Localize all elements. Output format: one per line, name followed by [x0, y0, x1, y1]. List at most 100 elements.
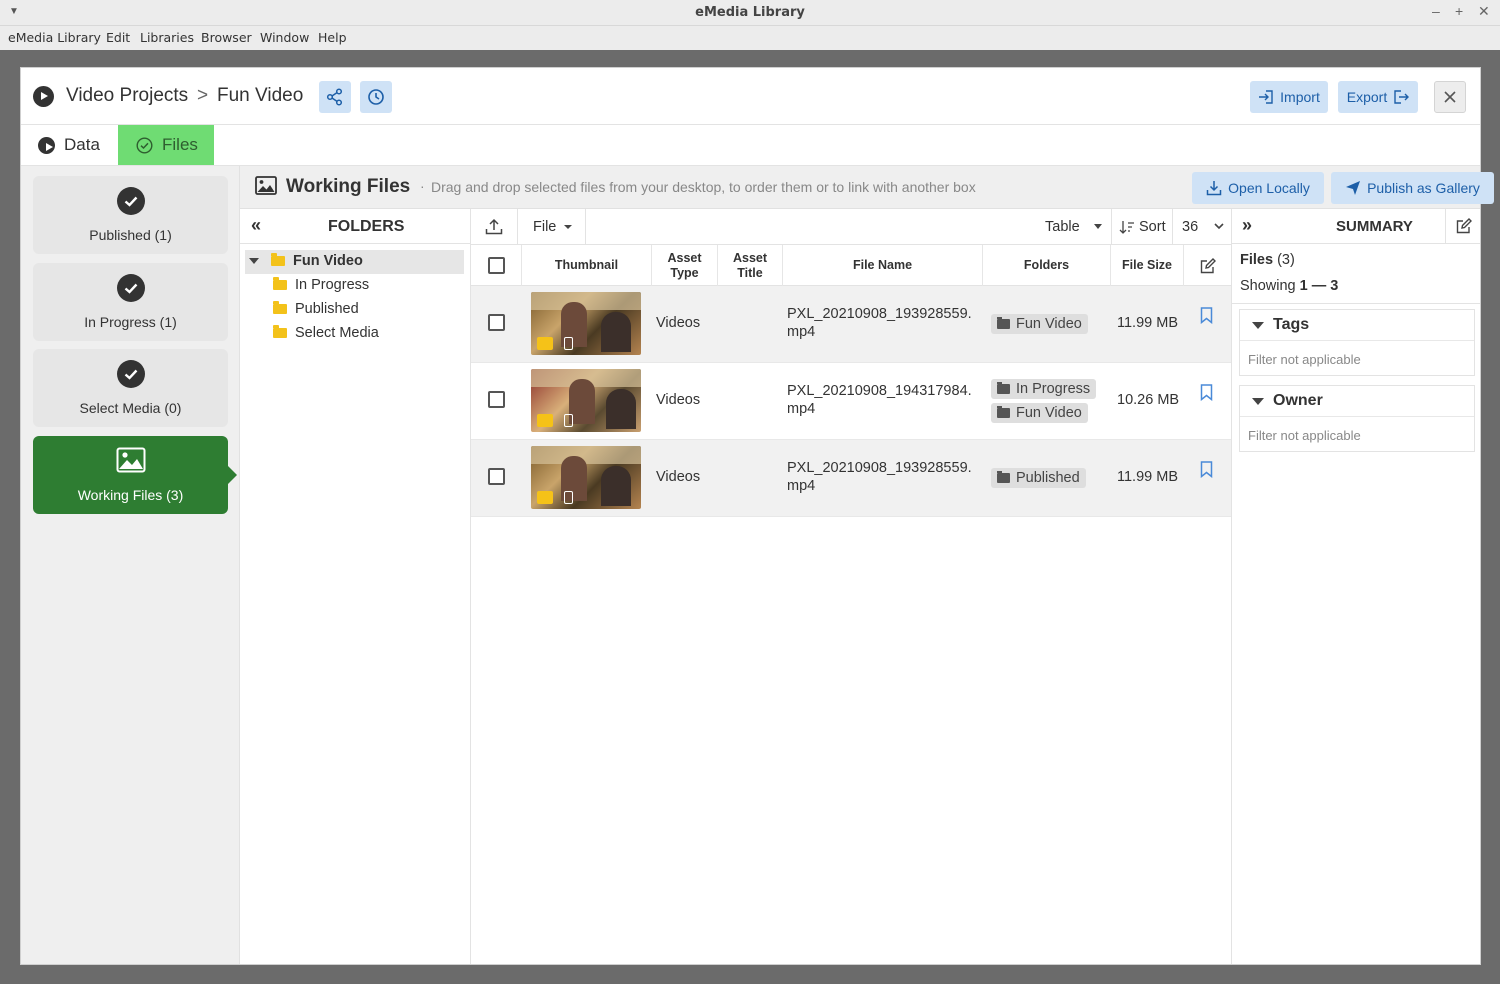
summary-edit-button[interactable]	[1445, 209, 1480, 244]
play-icon	[38, 136, 55, 154]
menu-browser[interactable]: Browser	[201, 30, 252, 45]
menu-emedia-library[interactable]: eMedia Library	[8, 30, 101, 45]
nav-in-progress[interactable]: In Progress (1)	[33, 263, 228, 341]
col-file-name[interactable]: File Name	[783, 245, 983, 286]
folder-chip[interactable]: Fun Video	[991, 314, 1088, 334]
collapse-right-icon[interactable]: »	[1242, 215, 1252, 236]
showing-range: Showing 1 — 3	[1240, 278, 1338, 294]
caret-down-icon	[1252, 397, 1264, 405]
close-dialog-button[interactable]	[1434, 81, 1466, 113]
share-button[interactable]	[319, 81, 351, 113]
row-checkbox[interactable]	[488, 391, 505, 408]
folder-chip[interactable]: Published	[991, 468, 1086, 488]
select-all-checkbox[interactable]	[487, 257, 505, 274]
file-menu-button[interactable]: File	[518, 209, 586, 244]
table-row[interactable]: Videos PXL_20210908_193928559. mp4 Fun V…	[471, 286, 1231, 363]
nav-working-files-label: Working Files (3)	[77, 487, 184, 503]
bookmark-icon[interactable]	[1200, 384, 1213, 401]
owner-label: Owner	[1273, 392, 1323, 409]
table-row[interactable]: Videos PXL_20210908_193928559. mp4 Publi…	[471, 440, 1231, 517]
edit-columns-button[interactable]	[1184, 245, 1231, 286]
nav-published[interactable]: Published (1)	[33, 176, 228, 254]
caret-down-icon[interactable]	[1094, 224, 1102, 229]
tags-filter-header[interactable]: Tags	[1240, 310, 1474, 341]
table-row[interactable]: Videos PXL_20210908_194317984. mp4 In Pr…	[471, 363, 1231, 440]
tags-filter-note: Filter not applicable	[1248, 352, 1361, 367]
tree-item-in-progress[interactable]: In Progress	[273, 277, 369, 293]
nav-working-files[interactable]: Working Files (3)	[33, 436, 237, 514]
collapse-left-icon[interactable]: «	[251, 215, 261, 236]
dialog-header: Video Projects > Fun Video Import Export	[21, 68, 1480, 125]
bookmark-icon[interactable]	[1200, 461, 1213, 478]
export-label: Export	[1346, 89, 1388, 105]
export-button[interactable]: Export	[1338, 81, 1418, 113]
play-icon	[33, 86, 54, 107]
tree-item-select-media[interactable]: Select Media	[273, 325, 379, 341]
file-name-line2: mp4	[787, 401, 816, 417]
view-select[interactable]: Table	[1045, 219, 1080, 235]
download-icon	[1206, 181, 1222, 196]
per-page-select[interactable]: 36	[1172, 209, 1231, 244]
file-size: 11.99 MB	[1117, 469, 1178, 485]
tree-item-published[interactable]: Published	[273, 301, 359, 317]
tab-files[interactable]: Files	[118, 125, 214, 165]
maximize-icon[interactable]: +	[1455, 3, 1463, 19]
folder-chip[interactable]: Fun Video	[991, 403, 1088, 423]
sort-button[interactable]: Sort	[1111, 209, 1172, 244]
bookmark-icon[interactable]	[1200, 307, 1213, 324]
file-table-panel: File Table Sort 36 Thumbnail Asset Type …	[471, 209, 1231, 964]
close-window-icon[interactable]: ✕	[1478, 3, 1490, 20]
col-thumbnail[interactable]: Thumbnail	[522, 245, 652, 286]
row-checkbox[interactable]	[488, 468, 505, 485]
video-thumbnail[interactable]	[531, 292, 641, 355]
working-files-title: Working Files	[286, 176, 411, 197]
summary-title: SUMMARY	[1336, 218, 1413, 235]
dialog-tabs: Data Files	[21, 125, 1480, 166]
menu-libraries[interactable]: Libraries	[140, 30, 194, 45]
asset-type: Videos	[656, 392, 701, 408]
col-asset-title[interactable]: Asset Title	[718, 245, 783, 286]
close-icon	[1444, 91, 1456, 103]
menu-help[interactable]: Help	[318, 30, 347, 45]
image-icon	[255, 176, 277, 195]
file-name-line2: mp4	[787, 478, 816, 494]
open-locally-label: Open Locally	[1228, 180, 1310, 196]
folder-chip[interactable]: In Progress	[991, 379, 1097, 399]
nav-select-media[interactable]: Select Media (0)	[33, 349, 228, 427]
edit-icon	[1456, 218, 1472, 234]
folder-icon	[997, 471, 1010, 483]
minimize-icon[interactable]: –	[1432, 3, 1440, 19]
tags-label: Tags	[1273, 316, 1310, 333]
menu-edit[interactable]: Edit	[106, 30, 130, 45]
menu-window[interactable]: Window	[260, 30, 309, 45]
check-icon	[117, 187, 145, 215]
history-button[interactable]	[360, 81, 392, 113]
import-button[interactable]: Import	[1250, 81, 1328, 113]
owner-filter-header[interactable]: Owner	[1240, 386, 1474, 417]
tree-root-fun-video[interactable]: Fun Video	[249, 253, 363, 269]
nav-published-label: Published (1)	[89, 227, 172, 243]
comment-icon	[537, 414, 553, 427]
col-folders[interactable]: Folders	[983, 245, 1111, 286]
publish-gallery-label: Publish as Gallery	[1367, 180, 1480, 196]
col-asset-type[interactable]: Asset Type	[652, 245, 718, 286]
tab-files-label: Files	[162, 135, 198, 154]
files-label: Files	[1240, 252, 1274, 268]
asset-type: Videos	[656, 469, 701, 485]
caret-down-icon[interactable]	[249, 258, 259, 264]
publish-gallery-button[interactable]: Publish as Gallery	[1331, 172, 1494, 204]
video-thumbnail[interactable]	[531, 369, 641, 432]
summary-header: » SUMMARY	[1232, 209, 1480, 244]
tab-data[interactable]: Data	[38, 125, 118, 165]
col-file-size[interactable]: File Size	[1111, 245, 1184, 286]
folder-icon	[273, 325, 287, 338]
open-locally-button[interactable]: Open Locally	[1192, 172, 1324, 204]
breadcrumb-parent[interactable]: Video Projects	[66, 85, 188, 107]
check-circle-icon	[136, 136, 153, 154]
module-nav: Published (1) In Progress (1) Select Med…	[21, 166, 240, 964]
row-checkbox[interactable]	[488, 314, 505, 331]
file-name-line2: mp4	[787, 324, 816, 340]
video-thumbnail[interactable]	[531, 446, 641, 509]
import-icon	[1259, 90, 1273, 104]
upload-button[interactable]	[471, 209, 518, 244]
